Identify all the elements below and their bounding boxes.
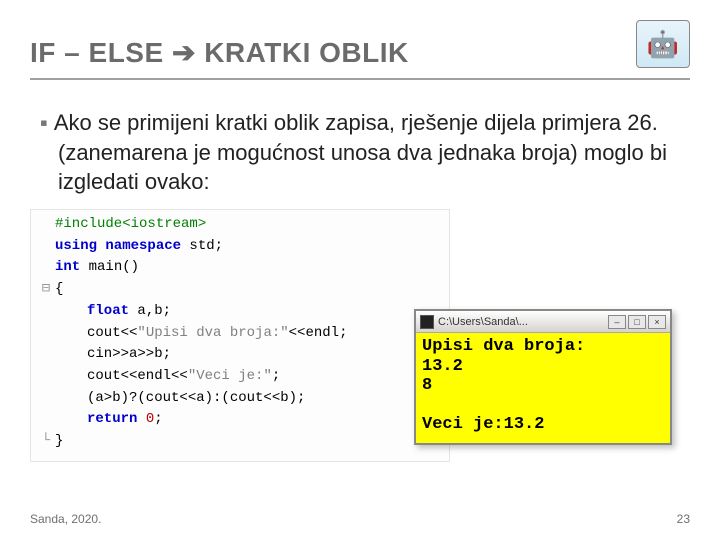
robot-icon: 🤖 <box>647 29 679 60</box>
footer: Sanda, 2020. 23 <box>30 512 690 526</box>
bullet-icon: ▪ <box>40 110 48 135</box>
console-window: C:\Users\Sanda\... – □ × Upisi dva broja… <box>414 309 672 445</box>
maximize-button[interactable]: □ <box>628 315 646 329</box>
cmd-icon <box>420 315 434 329</box>
code-line: using namespace <box>55 238 181 254</box>
code-text: (a>b)?(cout<<a):(cout<<b); <box>87 390 305 406</box>
close-button[interactable]: × <box>648 315 666 329</box>
code-text: a,b; <box>129 303 171 319</box>
body-paragraph: ▪Ako se primijeni kratki oblik zapisa, r… <box>30 108 690 197</box>
code-line: #include<iostream> <box>55 216 206 232</box>
code-line: return <box>87 411 137 427</box>
footer-author: Sanda, 2020. <box>30 512 101 526</box>
mascot-icon: 🤖 <box>636 20 690 68</box>
code-text: cout<< <box>87 325 137 341</box>
console-title: C:\Users\Sanda\... <box>438 316 528 328</box>
title-left: IF – ELSE <box>30 37 164 68</box>
console-output: Upisi dva broja: 13.2 8 Veci je:13.2 <box>416 333 670 443</box>
code-text: main() <box>80 259 139 275</box>
code-listing: #include<iostream> using namespace std; … <box>30 209 450 462</box>
code-text: std; <box>181 238 223 254</box>
minimize-button[interactable]: – <box>608 315 626 329</box>
title-row: IF – ELSE ➔ KRATKI OBLIK 🤖 <box>30 28 690 80</box>
slide-title: IF – ELSE ➔ KRATKI OBLIK <box>30 36 409 69</box>
code-text: ; <box>154 411 162 427</box>
code-text: cin>>a>>b; <box>87 346 171 362</box>
fold-icon: ⊟ <box>37 279 55 301</box>
code-text: { <box>55 281 63 297</box>
code-string: "Upisi dva broja:" <box>137 325 288 341</box>
title-right: KRATKI OBLIK <box>204 37 409 68</box>
arrow-right-icon: ➔ <box>172 37 196 68</box>
code-text: } <box>55 433 63 449</box>
console-titlebar: C:\Users\Sanda\... – □ × <box>416 311 670 333</box>
fold-end-icon: └ <box>37 431 55 453</box>
code-text: cout<<endl<< <box>87 368 188 384</box>
code-line: float <box>87 303 129 319</box>
code-text: ; <box>272 368 280 384</box>
code-string: "Veci je:" <box>188 368 272 384</box>
code-text: <<endl; <box>289 325 348 341</box>
example-area: #include<iostream> using namespace std; … <box>30 209 690 449</box>
paragraph-text: Ako se primijeni kratki oblik zapisa, rj… <box>54 110 667 194</box>
page-number: 23 <box>677 512 690 526</box>
code-num: 0 <box>137 411 154 427</box>
code-line: int <box>55 259 80 275</box>
